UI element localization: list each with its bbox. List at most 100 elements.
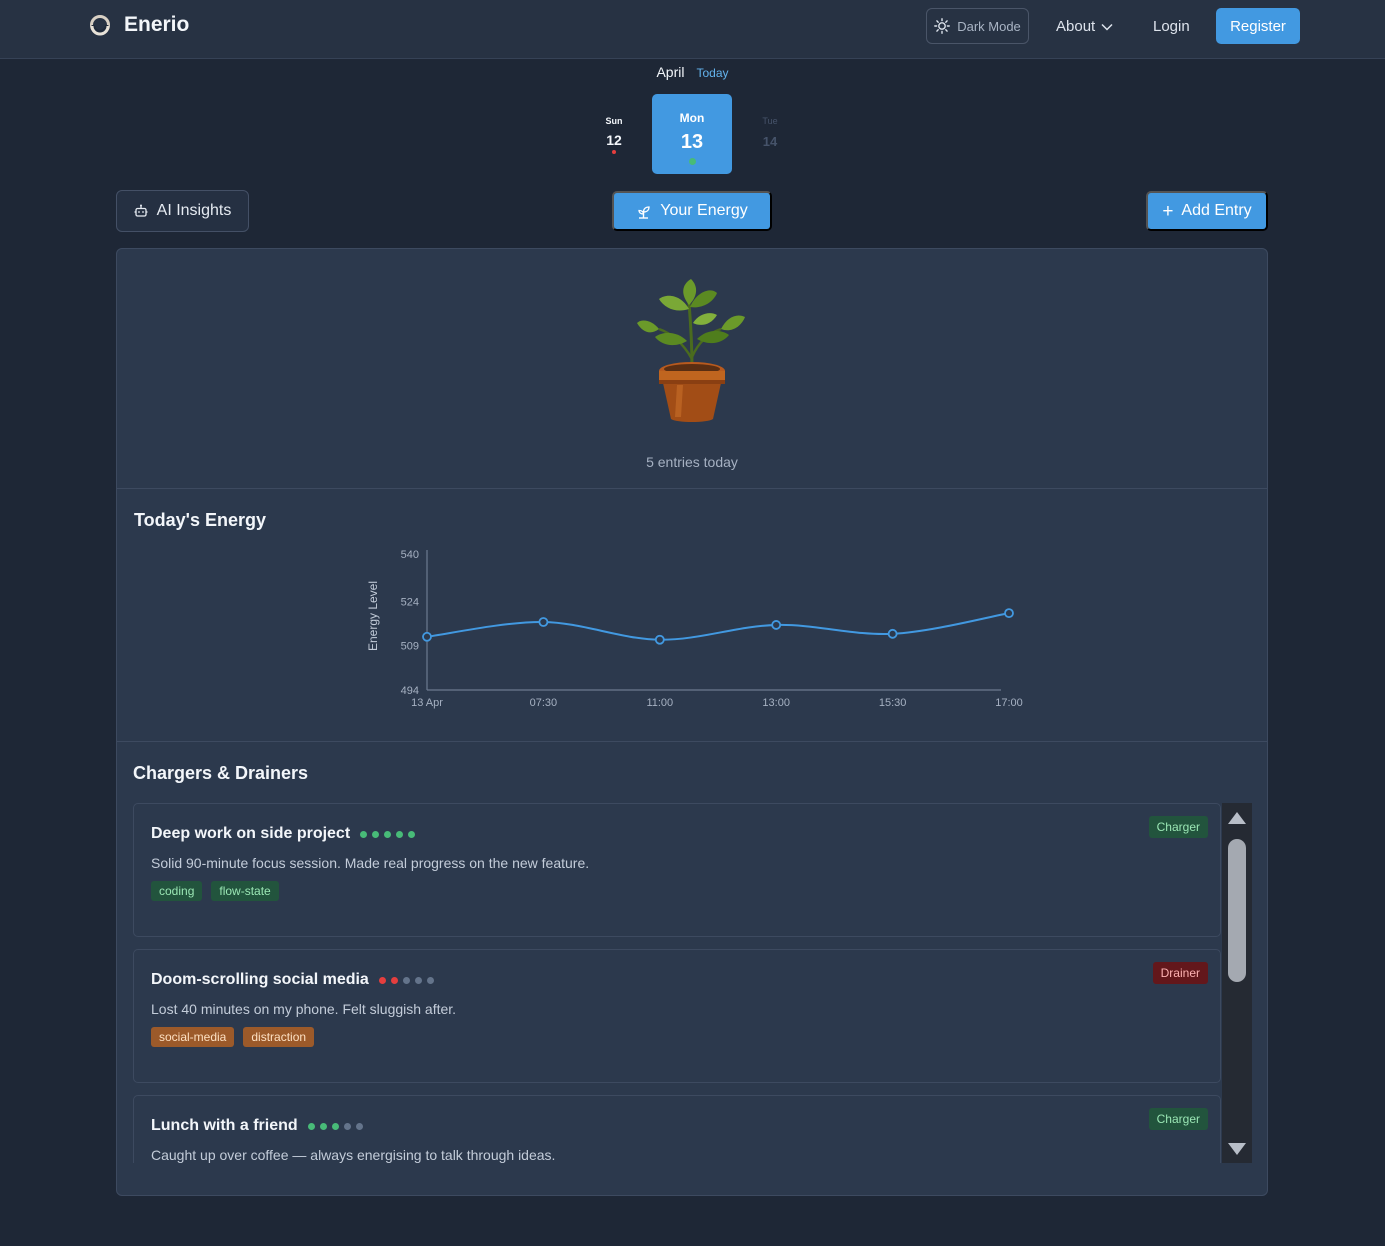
brand-name: Enerio (124, 13, 190, 36)
day-entry-dot (612, 150, 616, 154)
drainer-badge: Drainer (1152, 962, 1208, 984)
rating-dot (396, 830, 404, 838)
rating-dot (355, 1122, 363, 1130)
energy-data-point (887, 628, 898, 639)
entry-card[interactable]: Deep work on side project Solid 90-minut… (133, 803, 1221, 937)
rating-dot (319, 1122, 327, 1130)
day-number: 12 (606, 132, 622, 148)
brand[interactable]: Enerio (88, 13, 189, 37)
register-label: Register (1230, 17, 1286, 35)
entry-tags: coding flow-state (151, 881, 279, 901)
x-tick-label: 13:00 (762, 697, 790, 709)
dark-mode-toggle[interactable]: Dark Mode (926, 8, 1029, 44)
entries-scrollbar[interactable] (1222, 803, 1252, 1163)
energy-data-point (1004, 608, 1014, 619)
section-title: Chargers & Drainers (133, 763, 309, 783)
day-number: 14 (762, 134, 778, 149)
entry-title: Deep work on side project (151, 825, 351, 842)
scroll-up-arrow-icon[interactable] (1228, 812, 1246, 824)
add-entry-button[interactable]: + Add Entry (1146, 191, 1268, 231)
chargers-drainers-section: Chargers & Drainers Deep work on side pr… (117, 743, 1267, 1195)
entry-description: Caught up over coffee — always energisin… (151, 1147, 556, 1163)
entry-title-row: Deep work on side project (151, 825, 416, 843)
tag[interactable]: flow-state (211, 881, 279, 901)
rating-dot (408, 830, 416, 838)
tag[interactable]: coding (151, 881, 203, 901)
day-sun-12[interactable]: Sun 12 (594, 116, 634, 154)
todays-energy-section: Today's Energy 540 524 509 494 Energy Level 1… (117, 490, 1267, 742)
month-label: April (656, 64, 685, 80)
rating-dot (372, 830, 380, 838)
day-entry-dot (688, 158, 696, 165)
rating-dot (360, 830, 368, 838)
logo-icon (90, 15, 110, 36)
ai-insights-button[interactable]: AI Insights (116, 190, 249, 232)
entries-today-count: 5 entries today (646, 454, 738, 470)
sprout-icon (638, 205, 650, 219)
day-number: 13 (680, 131, 704, 153)
day-name: Mon (679, 111, 705, 125)
day-name: Sun (605, 116, 623, 126)
rating-dot (384, 830, 392, 838)
your-energy-button[interactable]: Your Energy (612, 191, 772, 231)
energy-data-point (771, 620, 782, 630)
ai-insights-label: AI Insights (156, 202, 232, 219)
chevron-down-icon (1101, 23, 1113, 31)
x-tick-label: 13 Apr (411, 697, 443, 709)
y-tick-label: 524 (401, 596, 419, 608)
rating-dot (414, 976, 422, 984)
day-mon-13-selected[interactable]: Mon 13 (652, 94, 732, 174)
tag[interactable]: social-media (151, 1027, 235, 1047)
scrollbar-thumb[interactable] (1228, 839, 1246, 982)
about-label: About (1056, 18, 1096, 35)
energy-series-line (426, 612, 1010, 641)
tag[interactable]: distraction (243, 1027, 315, 1047)
entry-title: Lunch with a friend (151, 1117, 298, 1134)
day-name: Tue (762, 116, 778, 126)
plus-icon: + (1162, 200, 1174, 222)
month-header: April Today (0, 64, 1385, 80)
y-axis-label: Energy Level (366, 581, 380, 651)
y-tick-label: 540 (401, 549, 419, 561)
x-tick-label: 07:30 (530, 697, 558, 709)
charger-badge: Charger (1148, 1108, 1208, 1130)
scroll-down-arrow-icon[interactable] (1228, 1143, 1246, 1155)
entry-title: Doom-scrolling social media (151, 971, 369, 988)
top-navbar: Enerio Dark Mode About Login Register (0, 0, 1385, 59)
today-link[interactable]: Today (696, 66, 728, 80)
about-menu[interactable]: About (1056, 18, 1113, 35)
x-tick-label: 15:30 (879, 697, 907, 709)
entry-title-row: Lunch with a friend (151, 1117, 363, 1135)
energy-rating (360, 830, 416, 838)
rating-dot (343, 1122, 351, 1130)
register-button[interactable]: Register (1216, 8, 1300, 44)
add-entry-label: Add Entry (1181, 202, 1252, 219)
charger-badge: Charger (1148, 816, 1208, 838)
login-link[interactable]: Login (1153, 18, 1190, 35)
dark-mode-label: Dark Mode (957, 18, 1021, 34)
x-tick-label: 11:00 (646, 697, 673, 709)
your-energy-label: Your Energy (660, 202, 748, 219)
x-tick-label: 17:00 (995, 697, 1023, 709)
energy-data-point (538, 617, 549, 627)
rating-dot (331, 1122, 339, 1130)
energy-rating (307, 1122, 363, 1130)
entry-title-row: Doom-scrolling social media (151, 971, 434, 989)
entry-card[interactable]: Lunch with a friend Caught up over coffe… (133, 1095, 1221, 1163)
plant-area: 5 entries today (117, 249, 1267, 489)
y-tick-label: 509 (401, 641, 419, 653)
energy-data-point (422, 631, 432, 642)
rating-dot (307, 1122, 315, 1130)
energy-rating (378, 976, 434, 984)
login-label: Login (1153, 18, 1190, 35)
rating-dot (378, 976, 386, 984)
y-tick-label: 494 (401, 685, 419, 697)
entry-tags: social-media distraction (151, 1027, 315, 1047)
entry-description: Solid 90-minute focus session. Made real… (151, 855, 590, 871)
day-tue-14[interactable]: Tue 14 (750, 116, 790, 149)
rating-dot (426, 976, 434, 984)
section-title: Today's Energy (134, 510, 266, 530)
energy-data-point (654, 634, 665, 645)
entry-card[interactable]: Doom-scrolling social media Lost 40 minu… (133, 949, 1221, 1083)
entries-list[interactable]: Deep work on side project Solid 90-minut… (133, 803, 1221, 1163)
